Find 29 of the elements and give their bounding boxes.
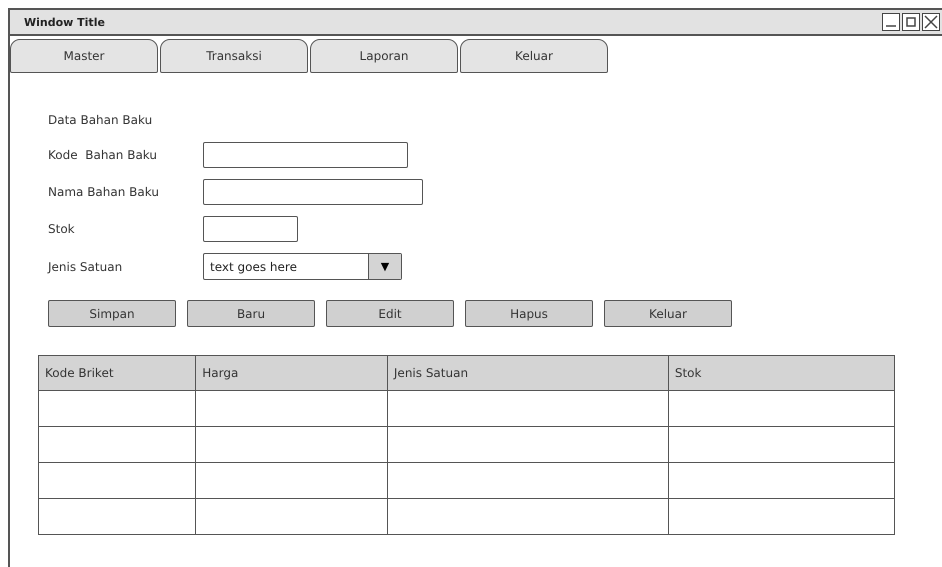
tab[interactable]: Laporan [310, 39, 458, 73]
column-header: Jenis Satuan [387, 356, 668, 390]
minimize-button[interactable] [882, 13, 900, 31]
field-label: Kode Bahan Baku [48, 148, 158, 162]
tab[interactable]: Transaksi [160, 39, 308, 73]
action-button[interactable]: Baru [187, 300, 315, 327]
tab[interactable]: Keluar [460, 39, 608, 73]
action-button[interactable]: Simpan [48, 300, 176, 327]
column-header: Kode Briket [38, 356, 196, 390]
field-label: Jenis Satuan [48, 260, 124, 274]
maximize-button[interactable] [902, 13, 920, 31]
column-header: Harga [196, 356, 388, 390]
maximize-icon [906, 17, 916, 27]
close-icon [924, 15, 938, 29]
minimize-icon [886, 25, 896, 27]
action-button[interactable]: Hapus [465, 300, 593, 327]
action-button[interactable]: Edit [326, 300, 454, 327]
column-header: Stok [668, 356, 894, 390]
input-field[interactable] [203, 216, 298, 242]
action-button[interactable]: Keluar [604, 300, 732, 327]
field-label: Stok [48, 222, 76, 236]
close-button[interactable] [922, 13, 940, 31]
dropdown[interactable]: text goes here ▼ [203, 253, 402, 280]
form-heading: Data Bahan Baku [48, 113, 154, 127]
input-field[interactable] [203, 142, 408, 168]
field-label: Nama Bahan Baku [48, 185, 160, 199]
input-field[interactable] [203, 179, 423, 205]
tab[interactable]: Master [10, 39, 158, 73]
window-title: Window Title [24, 16, 105, 28]
